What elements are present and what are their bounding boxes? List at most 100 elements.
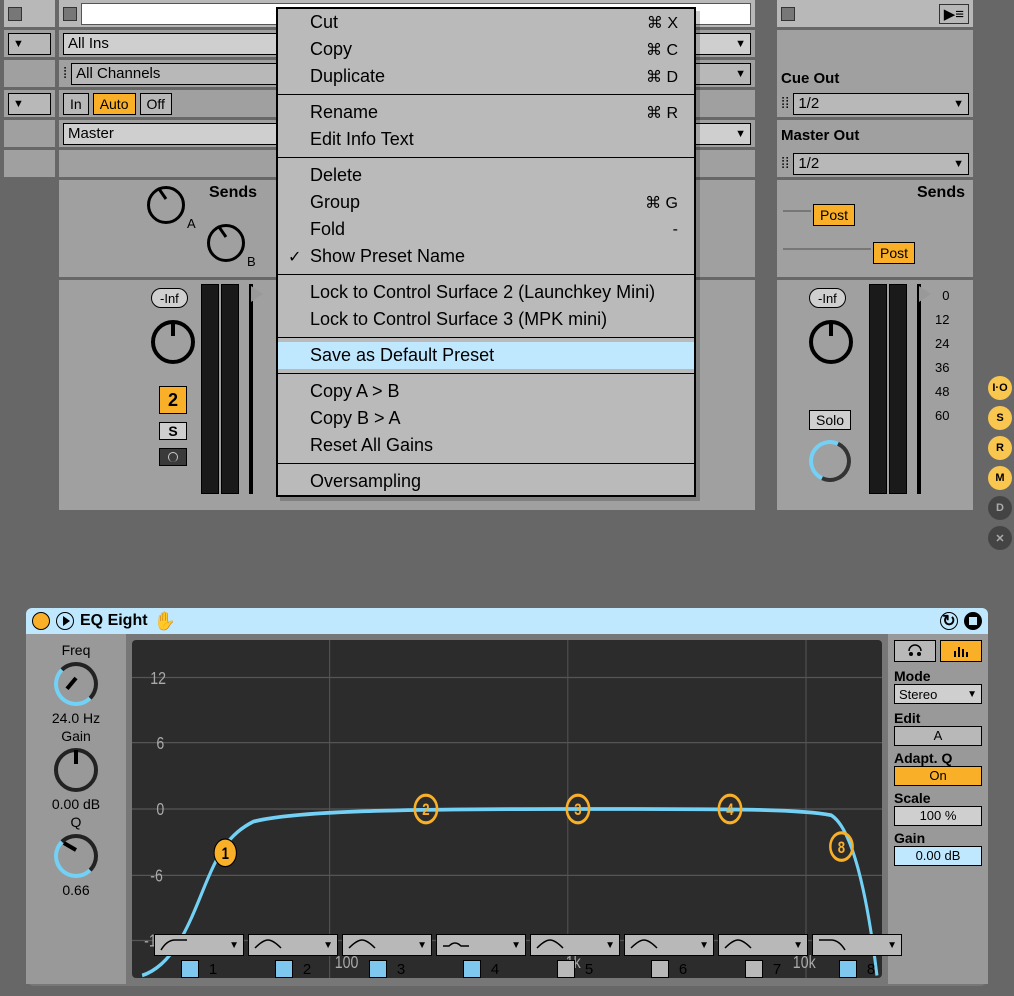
band-3-shape[interactable]	[342, 934, 432, 956]
mode-dropdown[interactable]: Stereo	[894, 684, 982, 704]
svg-text:8: 8	[838, 840, 845, 858]
monitor-auto-button[interactable]: Auto	[93, 93, 136, 115]
audition-icon[interactable]	[894, 640, 936, 662]
svg-text:6: 6	[156, 735, 164, 754]
monitor-off-button[interactable]: Off	[140, 93, 172, 115]
menu-lock-surface-3[interactable]: Lock to Control Surface 3 (MPK mini)	[278, 306, 694, 333]
dd-a1[interactable]	[8, 33, 51, 55]
menu-rename[interactable]: Rename⌘ R	[278, 99, 694, 126]
sends-label: Sends	[209, 184, 257, 202]
solo-button[interactable]: S	[159, 422, 187, 440]
master-fader-handle[interactable]	[919, 286, 931, 302]
stop-icon[interactable]	[63, 7, 77, 21]
cue-out-label: Cue Out	[781, 70, 839, 87]
menu-copy-a-b[interactable]: Copy A > B	[278, 378, 694, 405]
freq-value[interactable]: 24.0 Hz	[30, 710, 122, 726]
stop-icon[interactable]	[8, 7, 22, 21]
band-8-toggle[interactable]	[839, 960, 857, 978]
band-1-shape[interactable]	[154, 934, 244, 956]
scale-value[interactable]: 100 %	[894, 806, 982, 826]
menu-duplicate[interactable]: Duplicate⌘ D	[278, 63, 694, 90]
adaptq-button[interactable]: On	[894, 766, 982, 786]
menu-lock-surface-2[interactable]: Lock to Control Surface 2 (Launchkey Min…	[278, 279, 694, 306]
monitor-in-button[interactable]: In	[63, 93, 89, 115]
band-4-toggle[interactable]	[463, 960, 481, 978]
post-b-button[interactable]: Post	[873, 242, 915, 264]
r-toggle[interactable]: R	[988, 436, 1012, 460]
stop-icon[interactable]	[781, 7, 795, 21]
master-vol-display[interactable]: -Inf	[809, 288, 846, 308]
menu-delete[interactable]: Delete	[278, 162, 694, 189]
menu-oversampling[interactable]: Oversampling	[278, 468, 694, 495]
band-6-toggle[interactable]	[651, 960, 669, 978]
send-b-knob[interactable]	[207, 224, 245, 262]
edit-label: Edit	[894, 710, 982, 726]
master-out-dropdown[interactable]: 1/2	[793, 153, 969, 175]
band-5-shape[interactable]	[530, 934, 620, 956]
band-8-shape[interactable]	[812, 934, 902, 956]
menu-show-preset-name[interactable]: Show Preset Name	[278, 243, 694, 270]
menu-fold[interactable]: Fold-	[278, 216, 694, 243]
gain-knob[interactable]	[54, 748, 98, 792]
band-6-shape[interactable]	[624, 934, 714, 956]
spectrum-icon[interactable]	[940, 640, 982, 662]
q-label: Q	[30, 814, 122, 830]
band-4-shape[interactable]	[436, 934, 526, 956]
cue-out-dropdown[interactable]: 1/2	[793, 93, 969, 115]
send-a-knob[interactable]	[147, 186, 185, 224]
post-a-button[interactable]: Post	[813, 204, 855, 226]
menu-copy[interactable]: Copy⌘ C	[278, 36, 694, 63]
eq-eight-device: EQ Eight ✋ ↻ Freq 24.0 Hz Gain 0.00 dB Q…	[26, 608, 988, 986]
master-meter-l	[869, 284, 887, 494]
arm-button[interactable]: 2	[159, 386, 187, 414]
pan-knob[interactable]	[151, 320, 195, 364]
menu-cut[interactable]: Cut⌘ X	[278, 9, 694, 36]
headphone-icon[interactable]	[159, 448, 187, 466]
scale-label: Scale	[894, 790, 982, 806]
menu-copy-b-a[interactable]: Copy B > A	[278, 405, 694, 432]
q-value[interactable]: 0.66	[30, 882, 122, 898]
view-toggles: I·O S R M D ✕	[988, 376, 1012, 550]
vol-display[interactable]: -Inf	[151, 288, 188, 308]
menu-save-default-preset[interactable]: Save as Default Preset	[278, 342, 694, 369]
band-2-toggle[interactable]	[275, 960, 293, 978]
x-toggle[interactable]: ✕	[988, 526, 1012, 550]
edit-ab-button[interactable]: A	[894, 726, 982, 746]
level-meter-l	[201, 284, 219, 494]
menu-edit-info[interactable]: Edit Info Text	[278, 126, 694, 153]
hotswap-icon[interactable]: ↻	[940, 612, 958, 630]
gain-value[interactable]: 0.00 dB	[30, 796, 122, 812]
freq-label: Freq	[30, 642, 122, 658]
q-knob[interactable]	[54, 834, 98, 878]
dd-a2[interactable]	[8, 93, 51, 115]
s-toggle[interactable]: S	[988, 406, 1012, 430]
band-5-toggle[interactable]	[557, 960, 575, 978]
device-header[interactable]: EQ Eight ✋ ↻	[26, 608, 988, 634]
device-on-button[interactable]	[32, 612, 50, 630]
cue-volume-knob[interactable]	[803, 434, 857, 488]
menu-reset-gains[interactable]: Reset All Gains	[278, 432, 694, 459]
fader-track[interactable]	[249, 284, 253, 494]
solo-cue-button[interactable]: Solo	[809, 410, 851, 430]
outgain-value[interactable]: 0.00 dB	[894, 846, 982, 866]
band-7-shape[interactable]	[718, 934, 808, 956]
send-a-label: A	[187, 216, 196, 231]
play-transport-icon[interactable]: ▶≡	[939, 4, 969, 24]
band-3-toggle[interactable]	[369, 960, 387, 978]
m-toggle[interactable]: M	[988, 466, 1012, 490]
save-preset-icon[interactable]	[964, 612, 982, 630]
master-pan-knob[interactable]	[809, 320, 853, 364]
freq-knob[interactable]	[54, 662, 98, 706]
master-fader-track[interactable]	[917, 284, 921, 494]
band-1-toggle[interactable]	[181, 960, 199, 978]
menu-group[interactable]: Group⌘ G	[278, 189, 694, 216]
d-toggle[interactable]: D	[988, 496, 1012, 520]
eq-curve-display[interactable]: 1 2 3 4 8 12 6 0 -6 -12 100 1k	[132, 640, 882, 978]
band-7-toggle[interactable]	[745, 960, 763, 978]
device-play-icon[interactable]	[56, 612, 74, 630]
io-toggle[interactable]: I·O	[988, 376, 1012, 400]
band-2-shape[interactable]	[248, 934, 338, 956]
level-meter-r	[221, 284, 239, 494]
track-strip-master: ▶≡ Cue Out ⁞⁞1/2 Master Out ⁞⁞1/2 Sends …	[773, 0, 973, 560]
fader-handle[interactable]	[251, 286, 263, 302]
